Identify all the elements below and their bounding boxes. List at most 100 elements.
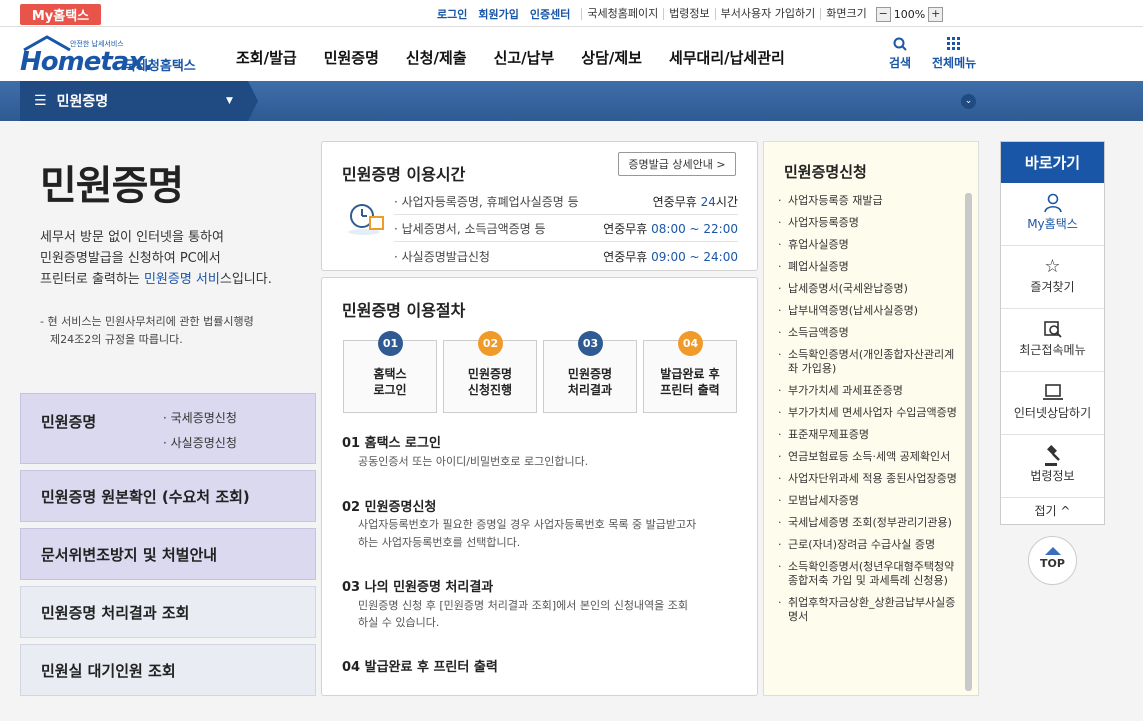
cert-item[interactable]: 연금보험료등 소득·세액 공제확인서 [778, 446, 964, 468]
all-menu-button[interactable]: 전체메뉴 [932, 37, 976, 71]
cert-item[interactable]: 모범납세자증명 [778, 490, 964, 512]
cert-item[interactable]: 휴업사실증명 [778, 234, 964, 256]
proc-heading-4: 04 발급완료 후 프린터 출력 [342, 660, 498, 675]
desc-highlight: 민원증명 서비 [143, 272, 220, 287]
quick-favorites[interactable]: ☆ 즐겨찾기 [1001, 246, 1104, 309]
clock-calendar-icon [348, 204, 384, 235]
login-link[interactable]: 로그인 [437, 6, 467, 22]
location-menu-dropdown[interactable]: ☰ 민원증명 ▼ [20, 81, 248, 121]
civil-cert-box[interactable]: 민원증명 · 국세증명신청 · 사실증명신청 [20, 393, 316, 464]
breadcrumb-arrow [248, 81, 258, 121]
nts-homepage-link[interactable]: 국세청홈페이지 [581, 8, 663, 20]
cert-item[interactable]: 소득확인증명서(개인종합자산관리계좌 가입용) [778, 344, 964, 380]
proc-text-1: 공동인증서 또는 아이디/비밀번호로 로그인합니다. [358, 455, 589, 468]
cert-item[interactable]: 납세증명서(국세완납증명) [778, 278, 964, 300]
desc-line-1: 세무서 방문 없이 인터넷을 통하여 [40, 230, 224, 245]
desc-text-end: 스입니다. [219, 272, 272, 287]
law-info-link[interactable]: 법령정보 [663, 8, 714, 20]
hours-row-suffix: 시간 [715, 195, 738, 209]
top-links: 로그인 회원가입 인증센터 국세청홈페이지 법령정보 부서사용자 가입하기 화면… [437, 6, 944, 22]
hours-row-prefix: 연중무휴 [652, 195, 701, 209]
hours-row-3: · 사실증명발급신청 연중무휴 09:00 ~ 24:00 [394, 243, 738, 269]
forgery-prevention-box[interactable]: 문서위변조방지 및 처벌안내 [20, 528, 316, 580]
cert-item[interactable]: 부가가치세 과세표준증명 [778, 380, 964, 402]
quick-law-info[interactable]: 법령정보 [1001, 435, 1104, 498]
scroll-top-button[interactable]: TOP [1028, 536, 1077, 585]
quick-label: 인터넷상담하기 [1013, 406, 1092, 420]
nav-consult[interactable]: 상담/제보 [581, 47, 642, 68]
zoom-level: 100% [893, 7, 926, 21]
step-number: 04 [678, 331, 703, 356]
scrollbar-thumb[interactable] [965, 193, 972, 691]
quick-label: 즐겨찾기 [1030, 280, 1075, 294]
cert-item[interactable]: 소득확인증명서(청년우대형주택청약종합저축 가입 및 과세특례 신청용) [778, 556, 964, 592]
national-tax-cert-link[interactable]: · 국세증명신청 [163, 409, 237, 426]
hamburger-icon: ☰ [34, 93, 47, 109]
issue-detail-button[interactable]: 증명발급 상세안내 > [618, 152, 736, 176]
cert-item[interactable]: 납부내역증명(납세사실증명) [778, 300, 964, 322]
cert-item[interactable]: 취업후학자금상환_상환금납부사실증명서 [778, 592, 964, 628]
step-label: 민원증명 [467, 367, 513, 381]
proc-heading-2: 02 민원증명신청 [342, 500, 437, 515]
quick-links-title: 바로가기 [1001, 142, 1104, 183]
proc-text-2a: 사업자등록번호가 필요한 증명일 경우 사업자등록번호 목록 중 발급받고자 [358, 518, 697, 531]
hours-row-name: · 납세증명서, 소득금액증명 등 [394, 222, 546, 236]
triangle-up-icon [1044, 547, 1061, 555]
cert-apply-list: 사업자등록증 재발급 사업자등록증명 휴업사실증명 폐업사실증명 납세증명서(국… [778, 190, 964, 628]
proc-text-2b: 하는 사업자등록번호를 선택합니다. [358, 536, 521, 549]
cert-item[interactable]: 근로(자녀)장려금 수급사실 증명 [778, 534, 964, 556]
hometax-logo[interactable]: 안전한 납세서비스 Hometax. 국세청홈택스 [20, 33, 200, 77]
search-button[interactable]: 검색 [889, 37, 911, 71]
star-icon: ☆ [1044, 256, 1061, 277]
nav-inquiry-issue[interactable]: 조회/발급 [236, 47, 297, 68]
top-label: TOP [1040, 557, 1065, 570]
procedure-title: 민원증명 이용절차 [342, 301, 466, 320]
fact-cert-link[interactable]: · 사실증명신청 [163, 434, 237, 451]
proc-text-3b: 하실 수 있습니다. [358, 616, 440, 629]
legal-note: - 현 서비스는 민원사무처리에 관한 법률시행령 제24조2의 규정을 따릅니… [40, 313, 300, 349]
zoom-out-button[interactable]: − [875, 6, 891, 22]
cert-item[interactable]: 사업자등록증명 [778, 212, 964, 234]
quick-recent-menu[interactable]: 최근접속메뉴 [1001, 309, 1104, 372]
hours-row-prefix: 연중무휴 [603, 222, 652, 236]
usage-hours-title: 민원증명 이용시간 [342, 165, 466, 184]
cert-center-link[interactable]: 인증센터 [530, 6, 570, 22]
quick-my-hometax[interactable]: My홈택스 [1001, 183, 1104, 246]
civil-cert-box-title: 민원증명 [41, 413, 97, 431]
my-hometax-tab[interactable]: My홈택스 [20, 4, 101, 25]
caret-down-icon: ▼ [226, 96, 233, 106]
quick-fold-button[interactable]: 접기 ^ [1001, 498, 1104, 525]
zoom-control: − 100% + [875, 6, 944, 22]
nav-report-pay[interactable]: 신고/납부 [494, 47, 555, 68]
step-number: 01 [378, 331, 403, 356]
chevron-down-icon[interactable]: ⌄ [961, 94, 976, 109]
cert-item[interactable]: 사업자단위과세 적용 종된사업장증명 [778, 468, 964, 490]
desc-line-3: 프린터로 출력하는 민원증명 서비스입니다. [40, 269, 310, 290]
quick-online-consult[interactable]: 인터넷상담하기 [1001, 372, 1104, 435]
nav-tax-agent[interactable]: 세무대리/납세관리 [669, 47, 785, 68]
join-link[interactable]: 회원가입 [478, 6, 518, 22]
top-utility-bar: My홈택스 로그인 회원가입 인증센터 국세청홈페이지 법령정보 부서사용자 가… [0, 0, 1143, 27]
zoom-in-button[interactable]: + [928, 6, 944, 22]
cert-apply-title: 민원증명신청 [784, 163, 867, 181]
result-inquiry-box[interactable]: 민원증명 처리결과 조회 [20, 586, 316, 638]
cert-item[interactable]: 폐업사실증명 [778, 256, 964, 278]
usage-hours-card: 민원증명 이용시간 증명발급 상세안내 > · 사업자등록증명, 휴폐업사실증명… [321, 141, 758, 271]
nav-apply-submit[interactable]: 신청/제출 [406, 47, 467, 68]
global-nav: 조회/발급 민원증명 신청/제출 신고/납부 상담/제보 세무대리/납세관리 [236, 47, 785, 68]
desc-text: 프린터로 출력하는 [40, 272, 144, 287]
nav-civil-cert[interactable]: 민원증명 [324, 47, 379, 68]
cert-item[interactable]: 표준재무제표증명 [778, 424, 964, 446]
step-4: 04 발급완료 후 프린터 출력 [643, 331, 737, 413]
cert-list-scrollbar[interactable] [965, 193, 972, 691]
cert-item[interactable]: 사업자등록증 재발급 [778, 190, 964, 212]
waiting-count-box[interactable]: 민원실 대기인원 조회 [20, 644, 316, 696]
cert-item[interactable]: 국세납세증명 조회(정부관리기관용) [778, 512, 964, 534]
original-check-box[interactable]: 민원증명 원본확인 (수요처 조회) [20, 470, 316, 522]
dept-user-join-link[interactable]: 부서사용자 가입하기 [714, 8, 821, 20]
cert-item[interactable]: 소득금액증명 [778, 322, 964, 344]
hours-row-time: 24 [700, 195, 716, 209]
cert-item[interactable]: 부가가치세 면세사업자 수입금액증명 [778, 402, 964, 424]
step-label: 처리결과 [567, 383, 613, 397]
step-1: 01 홈택스 로그인 [343, 331, 437, 413]
